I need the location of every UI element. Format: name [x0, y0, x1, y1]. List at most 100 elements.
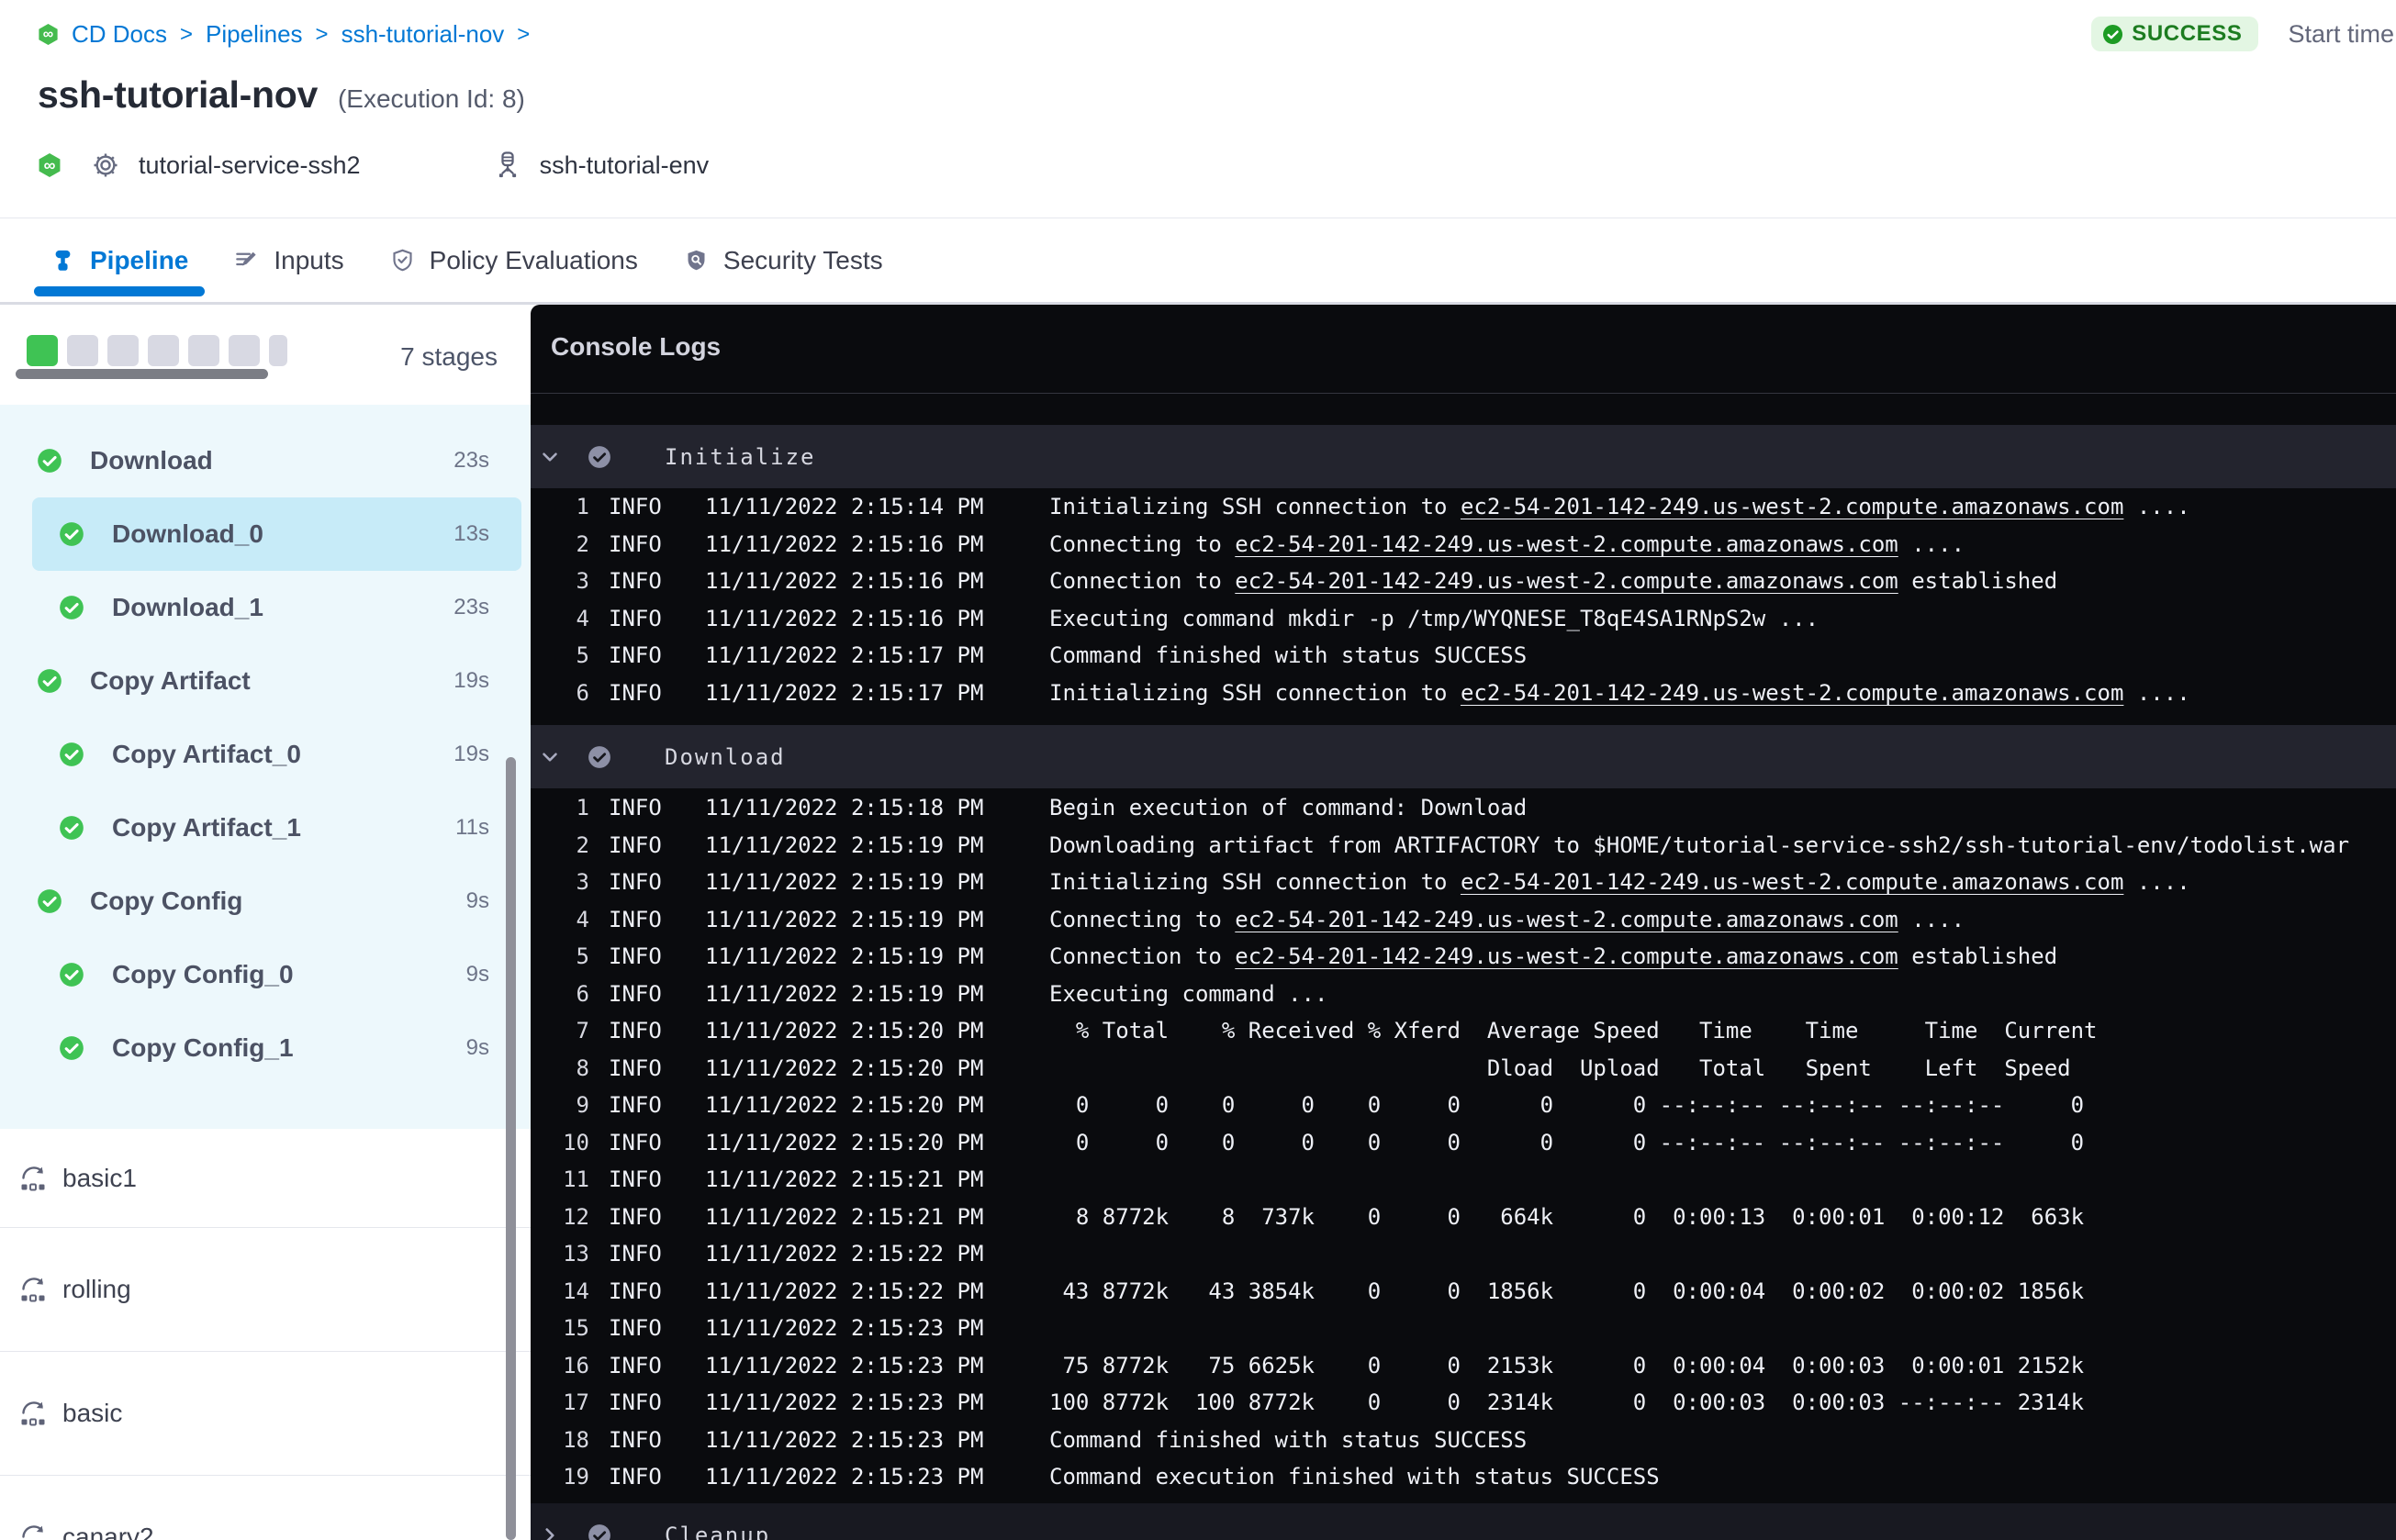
log-line-number: 16 [563, 1352, 589, 1378]
tab-label: Pipeline [90, 245, 189, 274]
status-badge: SUCCESS [2091, 17, 2259, 51]
log-level: INFO [609, 1166, 662, 1193]
stage-item-copy-config_0[interactable]: Copy Config_0 9s [0, 938, 531, 1011]
tab-pipeline[interactable]: Pipeline [34, 218, 206, 304]
log-timestamp: 11/11/2022 2:15:20 PM [705, 1018, 984, 1044]
log-timestamp: 11/11/2022 2:15:20 PM [705, 1055, 984, 1081]
stage-item-copy-config[interactable]: Copy Config 9s [0, 865, 531, 938]
log-message: Initializing SSH connection to ec2-54-20… [1049, 494, 2190, 520]
check-circle-icon [2102, 24, 2123, 45]
log-message: Connection to ec2-54-201-142-249.us-west… [1049, 568, 2058, 595]
host-link[interactable]: ec2-54-201-142-249.us-west-2.compute.ama… [1235, 531, 1898, 557]
host-link[interactable]: ec2-54-201-142-249.us-west-2.compute.ama… [1461, 494, 2123, 519]
breadcrumb-link[interactable]: CD Docs [72, 20, 167, 49]
chevron-right-icon[interactable] [538, 1523, 562, 1540]
log-line-number: 17 [563, 1389, 589, 1416]
stage-square-complete [27, 335, 58, 366]
chevron-right-icon: > [315, 21, 329, 47]
log-section-header-download[interactable]: Download [531, 725, 2396, 788]
log-timestamp: 11/11/2022 2:15:23 PM [705, 1315, 984, 1342]
log-section-header-initialize[interactable]: Initialize [531, 425, 2396, 488]
log-level: INFO [609, 1203, 662, 1230]
log-line: 8 INFO 11/11/2022 2:15:20 PM Dload Upload … [531, 1050, 2396, 1088]
log-line-number: 2 [576, 530, 589, 557]
log-lines-download: 1 INFO 11/11/2022 2:15:18 PM Begin executio… [531, 789, 2396, 1496]
success-check-icon [37, 888, 62, 914]
log-timestamp: 11/11/2022 2:15:19 PM [705, 906, 984, 932]
host-link[interactable]: ec2-54-201-142-249.us-west-2.compute.ama… [1235, 943, 1898, 969]
stage-item-download[interactable]: Download 23s [0, 424, 531, 497]
log-level: INFO [609, 1352, 662, 1378]
pipeline-execution-screen: ∞ CD Docs > Pipelines > ssh-tutorial-nov > SU… [0, 0, 2396, 1540]
stage-group-canary2[interactable]: canary2 [0, 1475, 531, 1540]
log-line: 4 INFO 11/11/2022 2:15:16 PM Executing comm… [531, 600, 2396, 638]
log-line-number: 1 [576, 494, 589, 520]
log-level: INFO [609, 679, 662, 706]
rolling-deploy-icon [18, 1399, 48, 1428]
stage-duration: 9s [465, 1035, 489, 1060]
stage-group-basic1[interactable]: basic1 [0, 1129, 531, 1227]
stage-item-download_0[interactable]: Download_0 13s [32, 497, 521, 571]
chevron-down-icon[interactable] [538, 445, 562, 469]
breadcrumb-link[interactable]: Pipelines [206, 20, 303, 49]
tab-security-tests[interactable]: Security Tests [667, 218, 900, 304]
log-section-title: Download [665, 743, 786, 770]
log-line-number: 14 [563, 1278, 589, 1304]
stage-group-basic[interactable]: basic [0, 1351, 531, 1475]
console-panel: Console Logs Initialize 1 INFO 11/11/2022 2… [531, 305, 2396, 1540]
log-message: Begin execution of command: Download [1049, 795, 1528, 821]
environment-name: ssh-tutorial-env [539, 151, 710, 179]
stage-item-download_1[interactable]: Download_1 23s [0, 571, 531, 644]
chevron-down-icon[interactable] [538, 745, 562, 769]
breadcrumb: ∞ CD Docs > Pipelines > ssh-tutorial-nov > [38, 20, 530, 49]
breadcrumb-link[interactable]: ssh-tutorial-nov [341, 20, 505, 49]
stage-item-copy-artifact_0[interactable]: Copy Artifact_0 19s [0, 718, 531, 791]
host-link[interactable]: ec2-54-201-142-249.us-west-2.compute.ama… [1235, 907, 1898, 932]
shield-check-icon [390, 248, 415, 273]
stage-square [67, 335, 98, 366]
stage-group-rolling[interactable]: rolling [0, 1227, 531, 1351]
log-level: INFO [609, 1055, 662, 1081]
log-timestamp: 11/11/2022 2:15:21 PM [705, 1203, 984, 1230]
log-message: Command finished with status SUCCESS [1049, 642, 1528, 669]
pipeline-icon [50, 248, 75, 273]
log-line: 19 INFO 11/11/2022 2:15:23 PM Command execu… [531, 1458, 2396, 1496]
success-check-icon [59, 962, 84, 988]
inputs-icon [234, 248, 259, 273]
log-timestamp: 11/11/2022 2:15:22 PM [705, 1278, 984, 1304]
log-message: 43 8772k 43 3854k 0 0 1856k 0 0:00:04 0:… [1049, 1278, 2085, 1304]
log-line-number: 7 [576, 1018, 589, 1044]
stage-item-copy-config_1[interactable]: Copy Config_1 9s [0, 1011, 531, 1085]
log-line: 2 INFO 11/11/2022 2:15:16 PM Connecting to … [531, 526, 2396, 564]
host-link[interactable]: ec2-54-201-142-249.us-west-2.compute.ama… [1461, 680, 2123, 706]
log-message: 0 0 0 0 0 0 0 0 --:--:-- --:--:-- --:--:… [1049, 1129, 2085, 1155]
step-success-check-icon [588, 745, 611, 769]
stage-label: Copy Config_0 [112, 960, 294, 988]
host-link[interactable]: ec2-54-201-142-249.us-west-2.compute.ama… [1461, 869, 2123, 895]
status-badge-label: SUCCESS [2132, 21, 2243, 46]
log-message: Initializing SSH connection to ec2-54-20… [1049, 679, 2190, 706]
stages-sidebar: 7 stages Download 23s Download_0 13s Downloa… [0, 305, 531, 1540]
success-check-icon [37, 668, 62, 694]
log-line: 12 INFO 11/11/2022 2:15:21 PM 8 8772k 8 73… [531, 1199, 2396, 1236]
step-success-check-icon [588, 1523, 611, 1540]
horizontal-scrollbar[interactable] [16, 369, 268, 379]
stage-duration: 19s [453, 742, 489, 766]
tab-policy-evaluations[interactable]: Policy Evaluations [374, 218, 655, 304]
log-timestamp: 11/11/2022 2:15:23 PM [705, 1352, 984, 1378]
log-section-header-cleanup[interactable]: Cleanup [531, 1503, 2396, 1540]
log-line-number: 18 [563, 1426, 589, 1453]
stage-item-copy-artifact_1[interactable]: Copy Artifact_1 11s [0, 791, 531, 865]
log-line-number: 4 [576, 605, 589, 631]
stage-item-copy-artifact[interactable]: Copy Artifact 19s [0, 644, 531, 718]
log-message: Command execution finished with status S… [1049, 1464, 1660, 1490]
log-line-number: 8 [576, 1055, 589, 1081]
log-level: INFO [609, 1241, 662, 1267]
stage-label: Copy Config_1 [112, 1033, 294, 1062]
vertical-scrollbar[interactable] [506, 757, 516, 1540]
log-level: INFO [609, 795, 662, 821]
tab-inputs[interactable]: Inputs [218, 218, 360, 304]
log-line-number: 6 [576, 679, 589, 706]
log-message: Executing command ... [1049, 980, 1328, 1007]
host-link[interactable]: ec2-54-201-142-249.us-west-2.compute.ama… [1235, 568, 1898, 594]
